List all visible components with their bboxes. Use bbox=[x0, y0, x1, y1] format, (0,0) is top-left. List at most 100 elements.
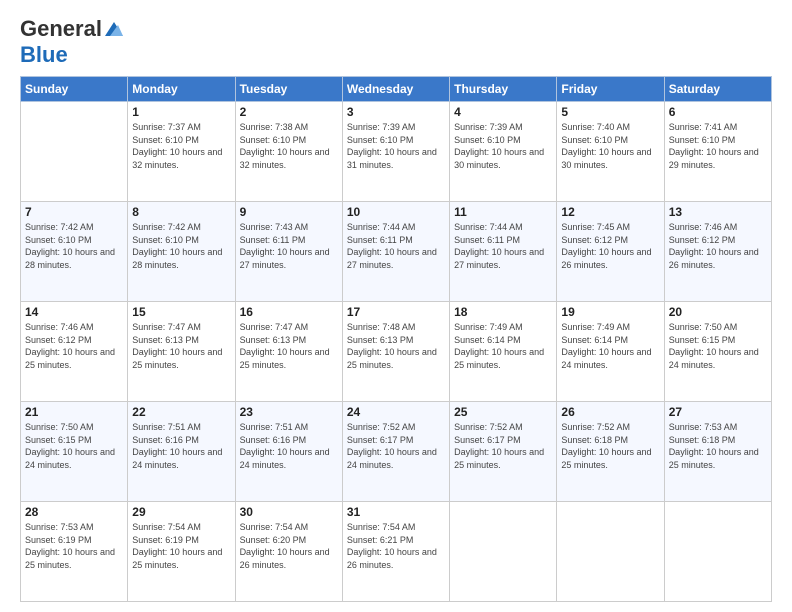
calendar-cell: 26Sunrise: 7:52 AM Sunset: 6:18 PM Dayli… bbox=[557, 402, 664, 502]
calendar-cell: 8 Sunrise: 7:42 AM Sunset: 6:10 PM Daylig… bbox=[128, 202, 235, 302]
calendar-cell: 21 Sunrise: 7:50 AM Sunset: 6:15 PM Dayli… bbox=[21, 402, 128, 502]
day-info: Sunrise: 7:46 AM Sunset: 6:12 PM Dayligh… bbox=[25, 321, 123, 371]
logo-blue-text: Blue bbox=[20, 42, 68, 68]
week-row-1: 1Sunrise: 7:37 AM Sunset: 6:10 PM Daylig… bbox=[21, 102, 772, 202]
day-number: 12 bbox=[561, 205, 659, 219]
day-info: Sunrise: 7:47 AM Sunset: 6:13 PM Dayligh… bbox=[132, 321, 230, 371]
weekday-header-tuesday: Tuesday bbox=[235, 77, 342, 102]
day-info: Sunrise: 7:42 AM Sunset: 6:10 PM Dayligh… bbox=[132, 221, 230, 271]
calendar-cell: 4 Sunrise: 7:39 AM Sunset: 6:10 PM Daylig… bbox=[450, 102, 557, 202]
day-info: Sunrise: 7:52 AM Sunset: 6:17 PM Dayligh… bbox=[347, 421, 445, 471]
day-info: Sunrise: 7:51 AM Sunset: 6:16 PM Dayligh… bbox=[240, 421, 338, 471]
day-info: Sunrise: 7:50 AM Sunset: 6:15 PM Dayligh… bbox=[25, 421, 123, 471]
day-number: 8 bbox=[132, 205, 230, 219]
day-info: Sunrise: 7:44 AM Sunset: 6:11 PM Dayligh… bbox=[347, 221, 445, 271]
day-number: 31 bbox=[347, 505, 445, 519]
calendar-cell: 30 Sunrise: 7:54 AM Sunset: 6:20 PM Dayli… bbox=[235, 502, 342, 602]
header: GeneralBlue bbox=[20, 16, 772, 68]
weekday-header-monday: Monday bbox=[128, 77, 235, 102]
calendar-cell bbox=[664, 502, 771, 602]
day-number: 28 bbox=[25, 505, 123, 519]
weekday-header-sunday: Sunday bbox=[21, 77, 128, 102]
calendar-cell: 17 Sunrise: 7:48 AM Sunset: 6:13 PM Dayli… bbox=[342, 302, 449, 402]
day-info: Sunrise: 7:39 AM Sunset: 6:10 PM Dayligh… bbox=[347, 121, 445, 171]
week-row-2: 7Sunrise: 7:42 AM Sunset: 6:10 PM Daylig… bbox=[21, 202, 772, 302]
calendar-cell: 3 Sunrise: 7:39 AM Sunset: 6:10 PM Daylig… bbox=[342, 102, 449, 202]
day-number: 30 bbox=[240, 505, 338, 519]
day-info: Sunrise: 7:47 AM Sunset: 6:13 PM Dayligh… bbox=[240, 321, 338, 371]
calendar-cell: 20Sunrise: 7:50 AM Sunset: 6:15 PM Dayli… bbox=[664, 302, 771, 402]
calendar-cell: 27Sunrise: 7:53 AM Sunset: 6:18 PM Dayli… bbox=[664, 402, 771, 502]
logo-general-text: General bbox=[20, 16, 102, 42]
day-info: Sunrise: 7:49 AM Sunset: 6:14 PM Dayligh… bbox=[561, 321, 659, 371]
calendar-cell: 12 Sunrise: 7:45 AM Sunset: 6:12 PM Dayli… bbox=[557, 202, 664, 302]
day-number: 4 bbox=[454, 105, 552, 119]
day-number: 23 bbox=[240, 405, 338, 419]
day-info: Sunrise: 7:38 AM Sunset: 6:10 PM Dayligh… bbox=[240, 121, 338, 171]
week-row-3: 14 Sunrise: 7:46 AM Sunset: 6:12 PM Dayli… bbox=[21, 302, 772, 402]
day-number: 18 bbox=[454, 305, 552, 319]
day-info: Sunrise: 7:39 AM Sunset: 6:10 PM Dayligh… bbox=[454, 121, 552, 171]
day-number: 17 bbox=[347, 305, 445, 319]
calendar-cell: 2 Sunrise: 7:38 AM Sunset: 6:10 PM Daylig… bbox=[235, 102, 342, 202]
day-number: 25 bbox=[454, 405, 552, 419]
calendar-cell: 31 Sunrise: 7:54 AM Sunset: 6:21 PM Dayli… bbox=[342, 502, 449, 602]
calendar-cell: 14 Sunrise: 7:46 AM Sunset: 6:12 PM Dayli… bbox=[21, 302, 128, 402]
calendar-cell: 13Sunrise: 7:46 AM Sunset: 6:12 PM Dayli… bbox=[664, 202, 771, 302]
day-number: 15 bbox=[132, 305, 230, 319]
calendar-cell bbox=[557, 502, 664, 602]
day-info: Sunrise: 7:54 AM Sunset: 6:21 PM Dayligh… bbox=[347, 521, 445, 571]
day-info: Sunrise: 7:40 AM Sunset: 6:10 PM Dayligh… bbox=[561, 121, 659, 171]
day-number: 6 bbox=[669, 105, 767, 119]
day-info: Sunrise: 7:52 AM Sunset: 6:17 PM Dayligh… bbox=[454, 421, 552, 471]
calendar-cell: 7Sunrise: 7:42 AM Sunset: 6:10 PM Daylig… bbox=[21, 202, 128, 302]
calendar-cell: 9 Sunrise: 7:43 AM Sunset: 6:11 PM Daylig… bbox=[235, 202, 342, 302]
day-number: 22 bbox=[132, 405, 230, 419]
calendar-cell: 5 Sunrise: 7:40 AM Sunset: 6:10 PM Daylig… bbox=[557, 102, 664, 202]
day-number: 1 bbox=[132, 105, 230, 119]
calendar-cell: 18 Sunrise: 7:49 AM Sunset: 6:14 PM Dayli… bbox=[450, 302, 557, 402]
day-info: Sunrise: 7:53 AM Sunset: 6:19 PM Dayligh… bbox=[25, 521, 123, 571]
weekday-header-row: SundayMondayTuesdayWednesdayThursdayFrid… bbox=[21, 77, 772, 102]
day-number: 9 bbox=[240, 205, 338, 219]
day-number: 24 bbox=[347, 405, 445, 419]
weekday-header-saturday: Saturday bbox=[664, 77, 771, 102]
day-info: Sunrise: 7:49 AM Sunset: 6:14 PM Dayligh… bbox=[454, 321, 552, 371]
day-info: Sunrise: 7:54 AM Sunset: 6:20 PM Dayligh… bbox=[240, 521, 338, 571]
day-number: 21 bbox=[25, 405, 123, 419]
calendar-cell: 19Sunrise: 7:49 AM Sunset: 6:14 PM Dayli… bbox=[557, 302, 664, 402]
day-number: 11 bbox=[454, 205, 552, 219]
day-info: Sunrise: 7:46 AM Sunset: 6:12 PM Dayligh… bbox=[669, 221, 767, 271]
day-number: 10 bbox=[347, 205, 445, 219]
day-info: Sunrise: 7:54 AM Sunset: 6:19 PM Dayligh… bbox=[132, 521, 230, 571]
day-info: Sunrise: 7:43 AM Sunset: 6:11 PM Dayligh… bbox=[240, 221, 338, 271]
weekday-header-friday: Friday bbox=[557, 77, 664, 102]
calendar-cell: 11 Sunrise: 7:44 AM Sunset: 6:11 PM Dayli… bbox=[450, 202, 557, 302]
day-info: Sunrise: 7:45 AM Sunset: 6:12 PM Dayligh… bbox=[561, 221, 659, 271]
page: GeneralBlue SundayMondayTuesdayWednesday… bbox=[0, 0, 792, 612]
calendar-cell bbox=[21, 102, 128, 202]
day-info: Sunrise: 7:48 AM Sunset: 6:13 PM Dayligh… bbox=[347, 321, 445, 371]
calendar-table: SundayMondayTuesdayWednesdayThursdayFrid… bbox=[20, 76, 772, 602]
calendar-cell: 29Sunrise: 7:54 AM Sunset: 6:19 PM Dayli… bbox=[128, 502, 235, 602]
calendar-cell: 23 Sunrise: 7:51 AM Sunset: 6:16 PM Dayli… bbox=[235, 402, 342, 502]
day-info: Sunrise: 7:52 AM Sunset: 6:18 PM Dayligh… bbox=[561, 421, 659, 471]
week-row-5: 28 Sunrise: 7:53 AM Sunset: 6:19 PM Dayli… bbox=[21, 502, 772, 602]
day-number: 16 bbox=[240, 305, 338, 319]
calendar-cell: 28 Sunrise: 7:53 AM Sunset: 6:19 PM Dayli… bbox=[21, 502, 128, 602]
day-info: Sunrise: 7:50 AM Sunset: 6:15 PM Dayligh… bbox=[669, 321, 767, 371]
day-info: Sunrise: 7:44 AM Sunset: 6:11 PM Dayligh… bbox=[454, 221, 552, 271]
day-info: Sunrise: 7:42 AM Sunset: 6:10 PM Dayligh… bbox=[25, 221, 123, 271]
calendar-cell: 24 Sunrise: 7:52 AM Sunset: 6:17 PM Dayli… bbox=[342, 402, 449, 502]
day-info: Sunrise: 7:51 AM Sunset: 6:16 PM Dayligh… bbox=[132, 421, 230, 471]
day-number: 14 bbox=[25, 305, 123, 319]
calendar-cell: 15 Sunrise: 7:47 AM Sunset: 6:13 PM Dayli… bbox=[128, 302, 235, 402]
day-info: Sunrise: 7:53 AM Sunset: 6:18 PM Dayligh… bbox=[669, 421, 767, 471]
calendar-cell: 10 Sunrise: 7:44 AM Sunset: 6:11 PM Dayli… bbox=[342, 202, 449, 302]
calendar-cell: 22 Sunrise: 7:51 AM Sunset: 6:16 PM Dayli… bbox=[128, 402, 235, 502]
day-number: 2 bbox=[240, 105, 338, 119]
calendar-cell: 1Sunrise: 7:37 AM Sunset: 6:10 PM Daylig… bbox=[128, 102, 235, 202]
logo: GeneralBlue bbox=[20, 16, 123, 68]
day-number: 5 bbox=[561, 105, 659, 119]
day-number: 3 bbox=[347, 105, 445, 119]
